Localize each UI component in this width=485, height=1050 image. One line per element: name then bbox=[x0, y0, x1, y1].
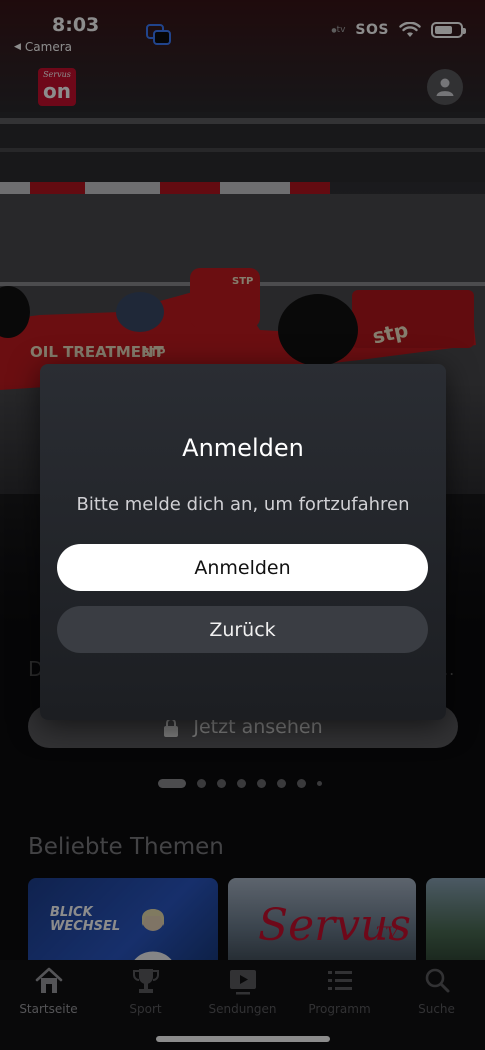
login-button[interactable]: Anmelden bbox=[57, 544, 428, 591]
app-screen: OIL TREATMENT STP STP stp 8:03 ◀ Camera … bbox=[0, 0, 485, 1050]
dialog-title: Anmelden bbox=[182, 434, 304, 462]
login-dialog: Anmelden Bitte melde dich an, um fortzuf… bbox=[40, 364, 446, 720]
dialog-message: Bitte melde dich an, um fortzufahren bbox=[76, 494, 410, 515]
back-button[interactable]: Zurück bbox=[57, 606, 428, 653]
